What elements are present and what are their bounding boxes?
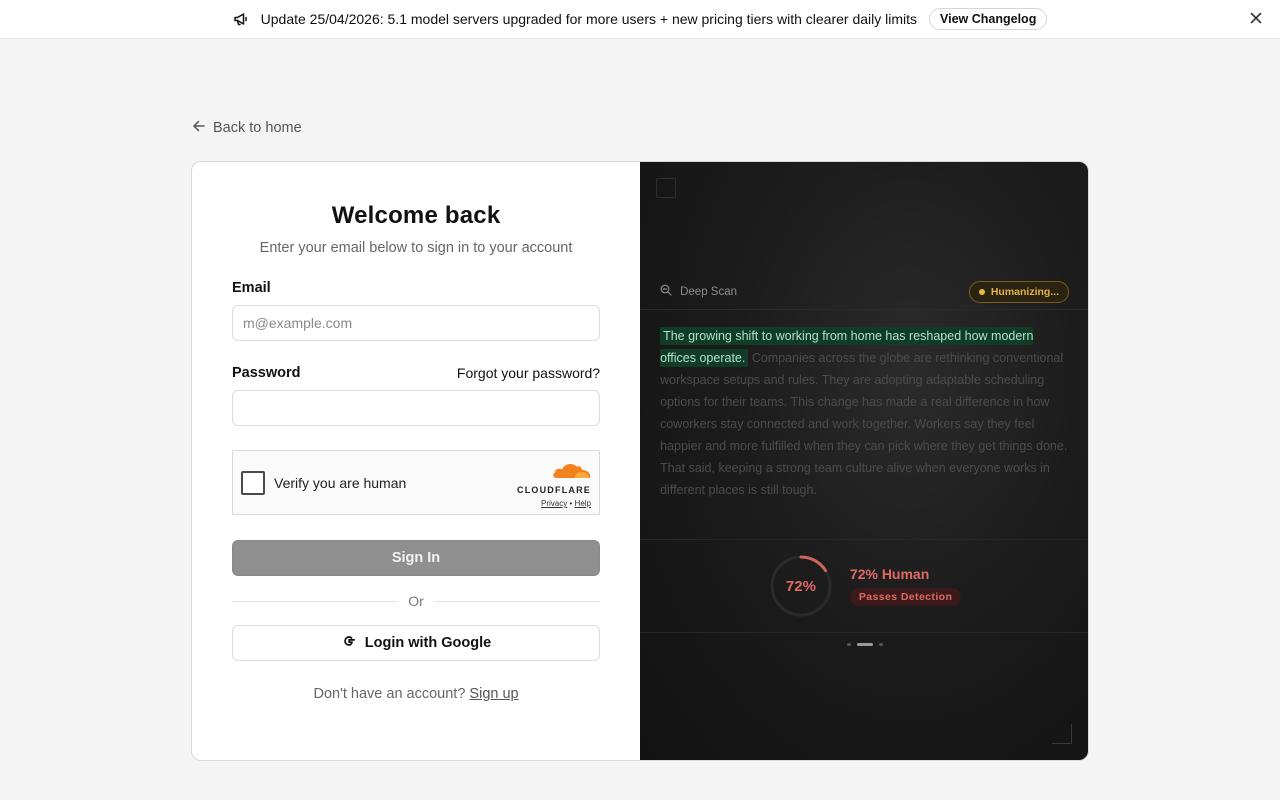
- scan-label: Deep Scan: [660, 284, 737, 299]
- cloudflare-brand: CLOUDFLARE Privacy • Help: [517, 461, 591, 508]
- page-title: Welcome back: [331, 202, 501, 229]
- banner-text: Update 25/04/2026: 5.1 model servers upg…: [260, 11, 918, 27]
- or-divider: Or: [232, 593, 601, 609]
- corner-decoration-top-left: [656, 178, 677, 198]
- view-changelog-button[interactable]: View Changelog: [929, 8, 1048, 30]
- sign-up-link[interactable]: Sign up: [469, 686, 518, 702]
- password-label-row: Password Forgot your password?: [232, 365, 600, 381]
- google-button-label: Login with Google: [364, 635, 492, 651]
- humanizer-preview-panel: Deep Scan Humanizing... The growing shif…: [640, 162, 1088, 760]
- back-to-home-link[interactable]: Back to home: [192, 119, 302, 137]
- page-subtitle: Enter your email below to sign in to you…: [259, 240, 573, 256]
- email-label: Email: [232, 280, 271, 296]
- divider-line-left: [232, 600, 399, 602]
- password-label: Password: [232, 365, 301, 381]
- status-badge: Humanizing...: [968, 280, 1070, 303]
- captcha-checkbox[interactable]: [241, 470, 265, 495]
- login-card: Welcome back Enter your email below to s…: [191, 161, 1089, 761]
- cloudflare-cloud-icon: [553, 464, 590, 478]
- or-label: Or: [408, 593, 424, 609]
- scan-text: The growing shift to working from home h…: [660, 325, 1070, 501]
- captcha-help-link[interactable]: Help: [575, 499, 591, 508]
- passes-detection-badge: Passes Detection: [849, 588, 962, 606]
- divider-line-right: [433, 600, 601, 602]
- sign-in-button[interactable]: Sign In: [232, 540, 600, 576]
- carousel-indicators: [640, 643, 1088, 646]
- result-title: 72% Human: [849, 566, 930, 582]
- google-icon: [341, 633, 357, 653]
- result-info: 72% Human Passes Detection: [849, 566, 962, 606]
- captcha-widget: Verify you are human CLOUDFLARE Privacy …: [232, 450, 600, 515]
- back-link-label: Back to home: [213, 120, 302, 136]
- email-field[interactable]: [232, 305, 600, 341]
- signup-prompt-text: Don't have an account?: [313, 686, 466, 702]
- score-ring: 72%: [768, 553, 834, 619]
- status-text: Humanizing...: [990, 285, 1060, 298]
- score-percent: 72%: [785, 577, 816, 595]
- scan-header: Deep Scan Humanizing...: [640, 274, 1088, 310]
- captcha-links: Privacy • Help: [517, 499, 591, 508]
- forgot-password-link[interactable]: Forgot your password?: [457, 365, 600, 381]
- cloudflare-wordmark: CLOUDFLARE: [517, 485, 591, 495]
- login-with-google-button[interactable]: Login with Google: [232, 625, 600, 661]
- captcha-privacy-link[interactable]: Privacy: [541, 499, 567, 508]
- body-text: Companies across the globe are rethinkin…: [660, 351, 1068, 497]
- signup-prompt: Don't have an account? Sign up: [232, 686, 600, 702]
- close-icon[interactable]: [1249, 11, 1263, 25]
- detection-result: 72% 72% Human Passes Detection: [640, 539, 1088, 633]
- search-icon: [660, 284, 672, 299]
- carousel-dot[interactable]: [856, 643, 873, 646]
- corner-decoration-bottom-right: [1052, 724, 1072, 744]
- captcha-label: Verify you are human: [274, 474, 407, 491]
- scan-label-text: Deep Scan: [680, 285, 737, 298]
- megaphone-icon: [233, 11, 249, 27]
- carousel-dot[interactable]: [878, 643, 883, 646]
- status-dot: [978, 288, 985, 295]
- arrow-left-icon: [192, 119, 206, 137]
- login-form: Welcome back Enter your email below to s…: [192, 162, 640, 760]
- captcha-link-separator: •: [569, 499, 573, 508]
- announcement-banner: Update 25/04/2026: 5.1 model servers upg…: [0, 0, 1280, 39]
- carousel-dot[interactable]: [846, 643, 851, 646]
- password-field[interactable]: [232, 390, 600, 426]
